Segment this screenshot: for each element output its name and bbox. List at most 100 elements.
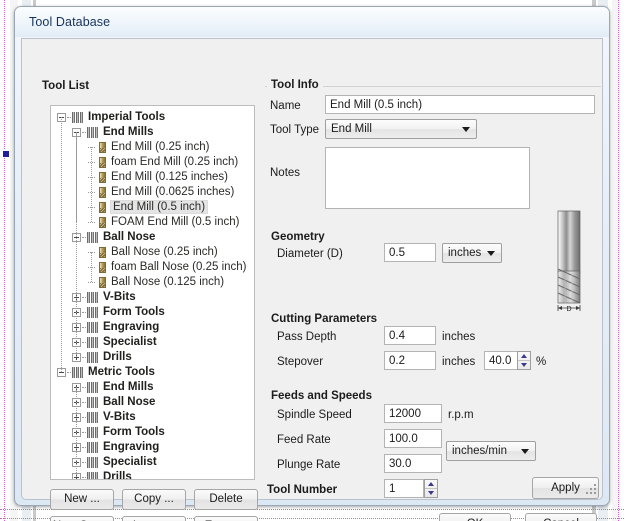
tool-group-icon [87,322,99,333]
end-mill-icon [99,202,106,213]
tool-group-icon [87,427,99,438]
new-button[interactable]: New ... [50,489,114,510]
tree-group-node[interactable]: Specialist [51,335,254,350]
tree-group-node[interactable]: Form Tools [51,305,254,320]
tree-group-node[interactable]: End Mills [51,125,254,140]
title-bar[interactable]: Tool Database [15,7,609,37]
tree-group-node[interactable]: Drills [51,350,254,365]
tree-connector [82,417,86,418]
copy-button[interactable]: Copy ... [122,489,186,510]
tool-group-icon [72,367,84,378]
tool-number-input[interactable] [384,479,424,498]
tree-connector [82,477,86,478]
svg-text:D: D [566,306,571,313]
dialog-client-area: Tool List Imperial Tools End Mills End Mil… [21,38,603,521]
tree-tool-node[interactable]: End Mill (0.25 inch) [51,140,254,155]
end-mill-icon [99,172,106,183]
feeds-and-speeds-group-label: Feeds and Speeds [267,390,376,402]
tree-group-node[interactable]: Specialist [51,455,254,470]
tree-node-label: End Mill (0.5 inch) [109,200,209,214]
pass-depth-input[interactable] [384,326,436,345]
tree-tool-node[interactable]: Ball Nose (0.125 inch) [51,275,254,290]
tree-connector [76,132,77,357]
tree-group-node[interactable]: Engraving [51,440,254,455]
notes-label: Notes [270,167,301,179]
tree-node-label: Form Tools [103,426,165,438]
import-button[interactable]: Import... [122,516,186,521]
layout-guide-line [618,0,619,521]
tree-group-node[interactable]: Metric Tools [51,365,254,380]
resize-handle[interactable] [2,150,10,158]
tool-tree[interactable]: Imperial Tools End Mills End Mill (0.25 in… [50,105,255,480]
tree-tool-node[interactable]: End Mill (0.0625 inches) [51,185,254,200]
tool-group-icon [72,112,84,123]
tree-node-label: Drills [103,471,132,480]
diameter-units-select[interactable]: inches [442,243,502,263]
tree-group-node[interactable]: Form Tools [51,425,254,440]
tree-node-label: Ball Nose [103,396,156,408]
tree-group-node[interactable]: Ball Nose [51,230,254,245]
tree-node-label: Ball Nose [103,231,156,243]
stepover-percent-units: % [536,356,547,368]
tree-node-label: End Mill (0.0625 inches) [111,186,235,198]
tree-group-node[interactable]: Drills [51,470,254,480]
tree-tool-node[interactable]: FOAM End Mill (0.5 inch) [51,215,254,230]
stepper-down-icon[interactable] [425,487,437,498]
window-title: Tool Database [29,15,111,29]
tree-group-node[interactable]: V-Bits [51,410,254,425]
tree-tool-node[interactable]: End Mill (0.5 inch) [51,200,254,215]
tool-group-icon [87,457,99,468]
spindle-speed-label: Spindle Speed [277,409,352,421]
tree-node-label: End Mill (0.125 inches) [111,171,228,183]
feed-rate-input[interactable] [384,429,442,448]
tree-connector [82,387,86,388]
tool-number-stepper[interactable] [424,479,438,498]
export-button[interactable]: Export... [194,516,258,521]
plunge-rate-input[interactable] [384,454,442,473]
name-label: Name [270,100,301,112]
tree-node-label: V-Bits [103,411,136,423]
stepper-down-icon[interactable] [518,359,530,370]
diameter-input[interactable] [384,243,436,262]
tree-connector [82,132,86,133]
tree-group-node[interactable]: Ball Nose [51,395,254,410]
tree-connector [82,447,86,448]
tool-number-label: Tool Number [267,484,338,496]
rate-units-select[interactable]: inches/min [446,441,536,461]
stepover-percent-stepper[interactable] [517,351,531,370]
tool-type-select[interactable]: End Mill [325,119,477,139]
tree-tool-node[interactable]: Ball Nose (0.25 inch) [51,245,254,260]
stepover-input[interactable] [384,351,436,370]
tool-group-icon [87,472,99,479]
layout-guide-line [4,0,5,521]
spindle-speed-input[interactable] [384,404,442,423]
spindle-speed-units: r.p.m [448,409,474,421]
tree-connector [91,252,92,282]
end-mill-icon [99,142,106,153]
ok-button[interactable]: OK [439,513,511,521]
tree-connector [82,432,86,433]
cancel-button[interactable]: Cancel [525,513,597,521]
end-mill-icon [99,157,106,168]
tree-tool-node[interactable]: End Mill (0.125 inches) [51,170,254,185]
tree-group-node[interactable]: Engraving [51,320,254,335]
tree-group-node[interactable]: V-Bits [51,290,254,305]
tree-tool-node[interactable]: foam Ball Nose (0.25 inch) [51,260,254,275]
new-group-button[interactable]: New Group [50,516,114,521]
delete-button[interactable]: Delete [194,489,258,510]
tree-group-node[interactable]: End Mills [51,380,254,395]
tool-group-icon [87,397,99,408]
name-input[interactable] [325,95,595,114]
notes-input[interactable] [325,147,530,209]
resize-grip[interactable] [586,484,598,496]
geometry-group-label: Geometry [267,231,329,243]
tree-tool-node[interactable]: foam End Mill (0.25 inch) [51,155,254,170]
tree-connector [91,147,92,222]
tree-connector [61,117,62,372]
tool-group-icon [87,127,99,138]
tree-node-label: End Mill (0.25 inch) [111,141,210,153]
tree-connector [67,117,71,118]
end-mill-icon [99,247,106,258]
tree-group-node[interactable]: Imperial Tools [51,110,254,125]
tree-node-label: End Mills [103,381,154,393]
